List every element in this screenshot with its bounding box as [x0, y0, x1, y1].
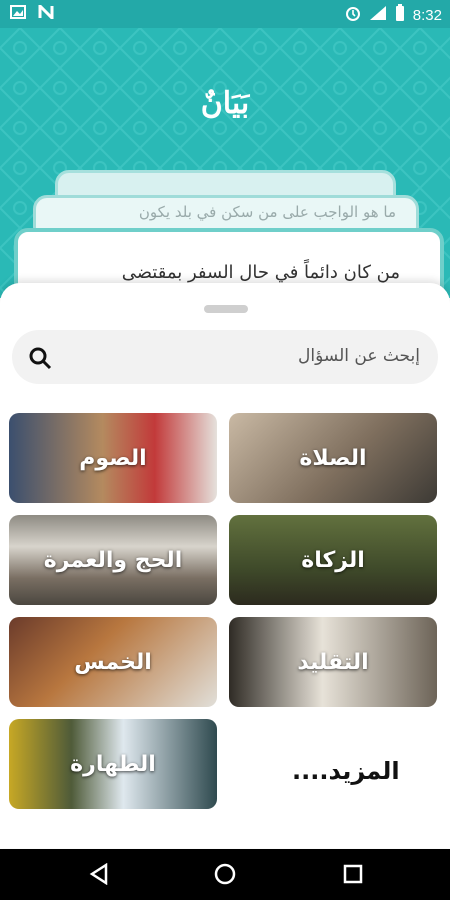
signal-icon — [369, 5, 387, 25]
battery-icon — [395, 4, 405, 26]
navigation-bar — [0, 849, 450, 900]
category-label: الصوم — [79, 445, 147, 471]
alarm-icon — [345, 5, 361, 25]
category-tile-prayer[interactable]: الصلاة — [229, 413, 437, 503]
app-logo: بَيَانٌ — [200, 86, 250, 121]
clock: 8:32 — [412, 6, 442, 24]
status-bar: 8:32 — [0, 0, 450, 28]
category-tile-taqlid[interactable]: التقليد — [229, 617, 437, 707]
back-icon[interactable] — [88, 862, 110, 889]
question-text: من كان دائماً في حال السفر بمقتضى — [121, 262, 400, 283]
more-link[interactable]: المزيد.... — [292, 757, 400, 785]
search-input[interactable]: إبحث عن السؤال — [298, 346, 420, 366]
image-notification-icon — [10, 5, 26, 23]
category-label: الطهارة — [70, 751, 156, 777]
search-icon[interactable] — [28, 346, 52, 374]
category-label: الزكاة — [301, 547, 365, 573]
home-icon[interactable] — [214, 863, 236, 889]
search-bar[interactable]: إبحث عن السؤال — [12, 330, 438, 384]
category-label: الصلاة — [299, 445, 367, 471]
category-label: التقليد — [297, 649, 369, 675]
question-text: ما هو الواجب على من سكن في بلد يكون — [138, 203, 396, 221]
category-tile-fasting[interactable]: الصوم — [9, 413, 217, 503]
category-label: الحج والعمرة — [43, 547, 183, 573]
category-tile-zakat[interactable]: الزكاة — [229, 515, 437, 605]
category-tile-khums[interactable]: الخمس — [9, 617, 217, 707]
category-label: الخمس — [74, 649, 152, 675]
drag-handle[interactable] — [204, 305, 248, 313]
category-tile-hajj[interactable]: الحج والعمرة — [9, 515, 217, 605]
recents-icon[interactable] — [342, 863, 364, 889]
n-notification-icon — [38, 2, 54, 23]
category-tile-purity[interactable]: الطهارة — [9, 719, 217, 809]
